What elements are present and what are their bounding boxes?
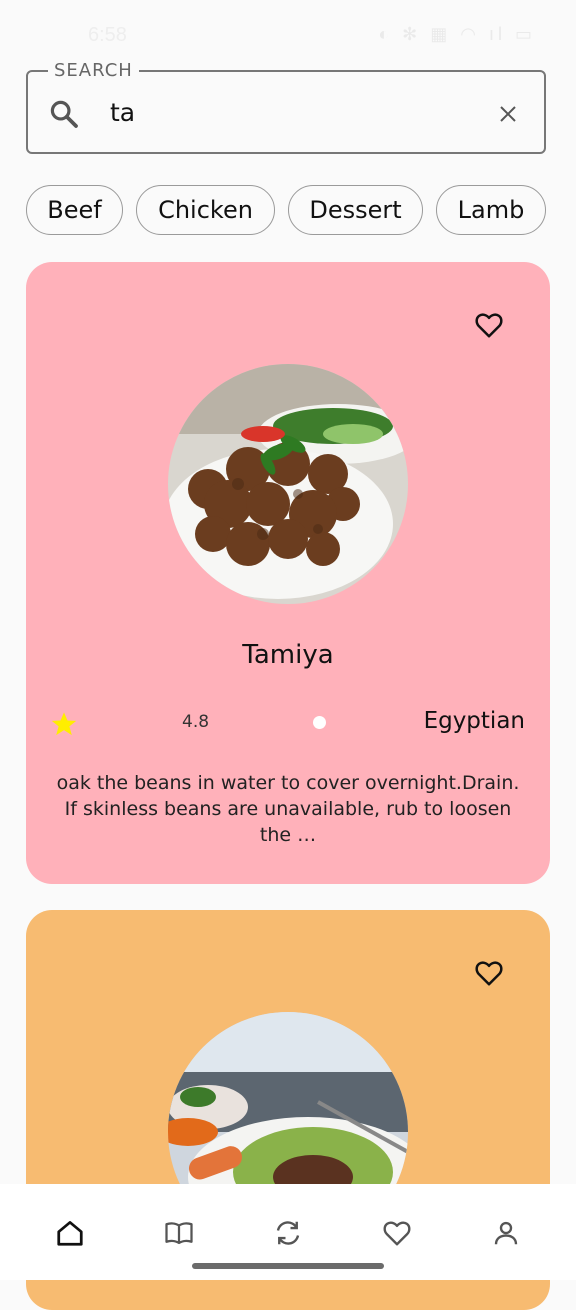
category-chips: Beef Chicken Dessert Lamb	[26, 185, 556, 237]
separator-dot	[313, 716, 326, 729]
status-icons: ◐ ✻ ▦ ◠ ıl ▭	[378, 24, 536, 44]
home-icon[interactable]	[55, 1218, 85, 1248]
search-label: SEARCH	[48, 60, 139, 81]
heart-icon[interactable]	[474, 310, 504, 340]
meal-card[interactable]: Tamiya 4.8 Egyptian oak the beans in wat…	[26, 262, 550, 884]
close-icon[interactable]	[496, 102, 520, 126]
profile-icon[interactable]	[491, 1218, 521, 1248]
meal-description: oak the beans in water to cover overnigh…	[56, 772, 520, 846]
refresh-icon[interactable]	[273, 1218, 303, 1248]
search-field[interactable]: SEARCH	[26, 60, 546, 154]
meal-rating: 4.8	[182, 712, 210, 732]
search-input[interactable]	[110, 98, 470, 127]
status-time: 6:58	[88, 24, 127, 46]
home-indicator[interactable]	[192, 1263, 384, 1269]
meal-area: Egyptian	[423, 708, 525, 734]
meal-name: Tamiya	[242, 640, 334, 670]
chip-beef[interactable]: Beef	[26, 185, 123, 235]
chip-dessert[interactable]: Dessert	[288, 185, 423, 235]
star-icon	[51, 712, 77, 736]
favorites-heart-icon[interactable]	[382, 1218, 412, 1248]
heart-icon[interactable]	[474, 958, 504, 988]
chip-chicken[interactable]: Chicken	[136, 185, 275, 235]
chip-lamb[interactable]: Lamb	[436, 185, 546, 235]
book-icon[interactable]	[164, 1218, 194, 1248]
search-icon	[50, 100, 78, 128]
meal-image	[168, 364, 408, 604]
